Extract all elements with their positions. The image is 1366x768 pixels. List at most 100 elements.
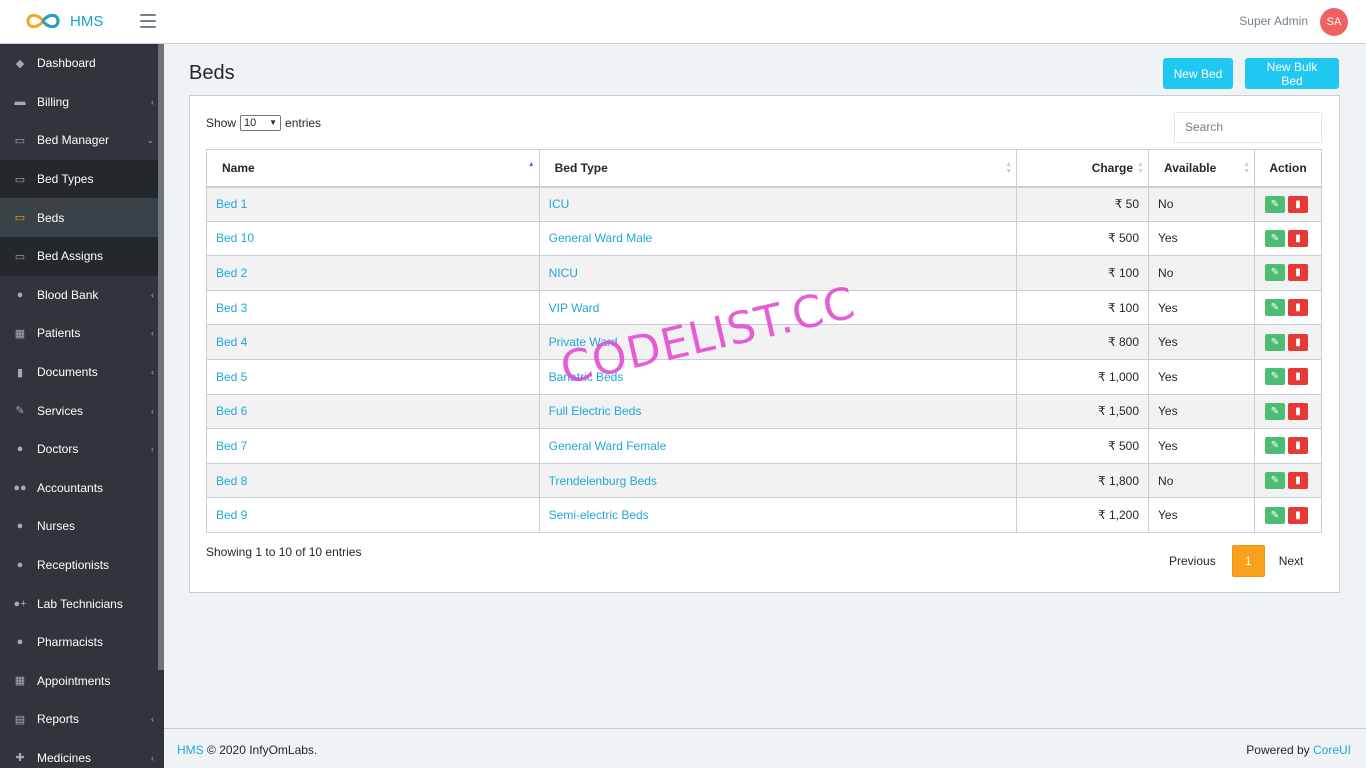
top-header: HMS Super Admin SA (0, 0, 1366, 44)
delete-icon[interactable]: ▮ (1288, 195, 1308, 213)
column-available[interactable]: Available ▲ ▼ (1148, 149, 1255, 188)
sidebar-item-documents[interactable]: ▮ Documents ‹ (0, 353, 158, 392)
bed-type-link[interactable]: ICU (549, 197, 570, 211)
sidebar-item-pharmacists[interactable]: ● Pharmacists (0, 623, 158, 662)
edit-icon[interactable]: ✎ (1265, 195, 1285, 213)
column-name[interactable]: Name ▲ (206, 149, 540, 188)
sidebar-item-appointments[interactable]: ▦ Appointments (0, 662, 158, 701)
delete-icon[interactable]: ▮ (1288, 299, 1308, 317)
sidebar-item-accountants[interactable]: ●● Accountants (0, 469, 158, 508)
delete-icon[interactable]: ▮ (1288, 229, 1308, 247)
sidebar-item-reports[interactable]: ▤ Reports ‹ (0, 700, 158, 739)
action-cell: ✎ ▮ (1254, 393, 1322, 430)
infinity-logo-icon (26, 13, 60, 29)
sidebar-item-billing[interactable]: ▬ Billing ‹ (0, 83, 158, 122)
sidebar-item-patients[interactable]: ▦ Patients ‹ (0, 314, 158, 353)
edit-icon[interactable]: ✎ (1265, 472, 1285, 490)
bed-name-cell: Bed 9 (206, 497, 540, 533)
sidebar-item-bed-types[interactable]: ▭ Bed Types (0, 159, 158, 199)
brand-logo[interactable]: HMS (22, 10, 103, 32)
sidebar-item-dashboard[interactable]: ◆ Dashboard (0, 44, 158, 83)
bed-name-link[interactable]: Bed 2 (216, 266, 247, 280)
delete-icon[interactable]: ▮ (1288, 333, 1308, 351)
menu-toggle-icon[interactable] (140, 14, 156, 28)
next-page-button[interactable]: Next (1279, 554, 1304, 568)
footer-powered-by: Powered by CoreUI (1246, 743, 1351, 757)
charge-cell: ₹ 1,200 (1016, 497, 1150, 533)
bed-name-link[interactable]: Bed 6 (216, 404, 247, 418)
footer-hms-link[interactable]: HMS (177, 743, 204, 757)
bed-name-link[interactable]: Bed 10 (216, 231, 254, 245)
billing-icon: ▬ (14, 95, 26, 108)
bed-type-link[interactable]: General Ward Female (549, 439, 667, 453)
sidebar-item-medicines[interactable]: ✚ Medicines ‹ (0, 739, 158, 768)
previous-page-button[interactable]: Previous (1169, 554, 1216, 568)
bed-type-link[interactable]: General Ward Male (549, 231, 653, 245)
bed-type-link[interactable]: Full Electric Beds (549, 404, 642, 418)
bed-type-link[interactable]: VIP Ward (549, 301, 600, 315)
bed-name-link[interactable]: Bed 5 (216, 370, 247, 384)
delete-icon[interactable]: ▮ (1288, 402, 1308, 420)
delete-icon[interactable]: ▮ (1288, 264, 1308, 282)
bed-name-link[interactable]: Bed 8 (216, 474, 247, 488)
new-bulk-bed-button[interactable]: New Bulk Bed (1245, 58, 1339, 89)
sidebar-item-label: Appointments (37, 673, 111, 688)
page-1-button[interactable]: 1 (1231, 545, 1265, 577)
column-charge[interactable]: Charge ▲ ▼ (1016, 149, 1150, 188)
delete-icon[interactable]: ▮ (1288, 437, 1308, 455)
sidebar-item-beds[interactable]: ▭ Beds (0, 198, 158, 237)
edit-icon[interactable]: ✎ (1265, 402, 1285, 420)
edit-icon[interactable]: ✎ (1265, 264, 1285, 282)
edit-icon[interactable]: ✎ (1265, 229, 1285, 247)
chevron-left-icon: ‹ (151, 714, 154, 725)
bed-type-link[interactable]: Semi-electric Beds (549, 508, 649, 522)
edit-icon[interactable]: ✎ (1265, 437, 1285, 455)
sidebar-item-label: Blood Bank (37, 287, 99, 302)
charge-cell: ₹ 500 (1016, 220, 1150, 257)
edit-icon[interactable]: ✎ (1265, 368, 1285, 386)
page-title: Beds (189, 62, 235, 84)
sidebar-item-blood-bank[interactable]: ● Blood Bank ‹ (0, 276, 158, 315)
bed-name-link[interactable]: Bed 3 (216, 301, 247, 315)
sidebar-item-label: Pharmacists (37, 635, 104, 650)
bed-name-link[interactable]: Bed 7 (216, 439, 247, 453)
sidebar-item-label: Bed Types (37, 172, 94, 187)
edit-icon[interactable]: ✎ (1265, 506, 1285, 524)
sidebar-item-services[interactable]: ✎ Services ‹ (0, 391, 158, 430)
avatar[interactable]: SA (1320, 8, 1348, 36)
delete-icon[interactable]: ▮ (1288, 472, 1308, 490)
sidebar-item-lab-technicians[interactable]: ●+ Lab Technicians (0, 584, 158, 623)
sidebar-item-bed-manager[interactable]: ▭ Bed Manager ⌄ (0, 121, 158, 160)
column-available-label: Available (1164, 160, 1217, 175)
user-icon: ● (16, 636, 24, 649)
bed-name-link[interactable]: Bed 1 (216, 197, 247, 211)
edit-icon[interactable]: ✎ (1265, 299, 1285, 317)
footer: HMS © 2020 InfyOmLabs. Powered by CoreUI (164, 728, 1366, 768)
search-input[interactable]: Search (1174, 112, 1322, 143)
available-cell: Yes (1148, 497, 1255, 533)
chevron-left-icon: ‹ (151, 367, 154, 378)
sidebar: ◆ Dashboard ▬ Billing ‹ ▭ Bed Manager ⌄ ▭ Bed Typ… (0, 44, 164, 768)
edit-icon[interactable]: ✎ (1265, 333, 1285, 351)
user-icon: ● (16, 443, 24, 456)
delete-icon[interactable]: ▮ (1288, 506, 1308, 524)
bed-name-link[interactable]: Bed 9 (216, 508, 247, 522)
caret-down-icon: ▼ (269, 118, 278, 127)
sidebar-item-label: Dashboard (37, 56, 96, 71)
bed-type-link[interactable]: NICU (549, 266, 578, 280)
sidebar-item-doctors[interactable]: ● Doctors ‹ (0, 430, 158, 469)
bed-name-link[interactable]: Bed 4 (216, 335, 247, 349)
column-bed-type[interactable]: Bed Type ▲ ▼ (538, 149, 1018, 188)
bed-name-cell: Bed 1 (206, 186, 540, 222)
delete-icon[interactable]: ▮ (1288, 368, 1308, 386)
sidebar-item-receptionists[interactable]: ● Receptionists (0, 546, 158, 585)
new-bed-button[interactable]: New Bed (1163, 58, 1233, 89)
bed-type-cell: General Ward Male (538, 220, 1018, 257)
bed-type-link[interactable]: Trendelenburg Beds (549, 474, 657, 488)
coreui-link[interactable]: CoreUI (1313, 743, 1351, 757)
sidebar-item-bed-assigns[interactable]: ▭ Bed Assigns (0, 236, 158, 276)
bed-name-cell: Bed 2 (206, 255, 540, 291)
sidebar-item-nurses[interactable]: ● Nurses (0, 507, 158, 546)
user-name[interactable]: Super Admin (1239, 14, 1308, 28)
page-length-select[interactable]: 10 ▼ (240, 115, 282, 131)
